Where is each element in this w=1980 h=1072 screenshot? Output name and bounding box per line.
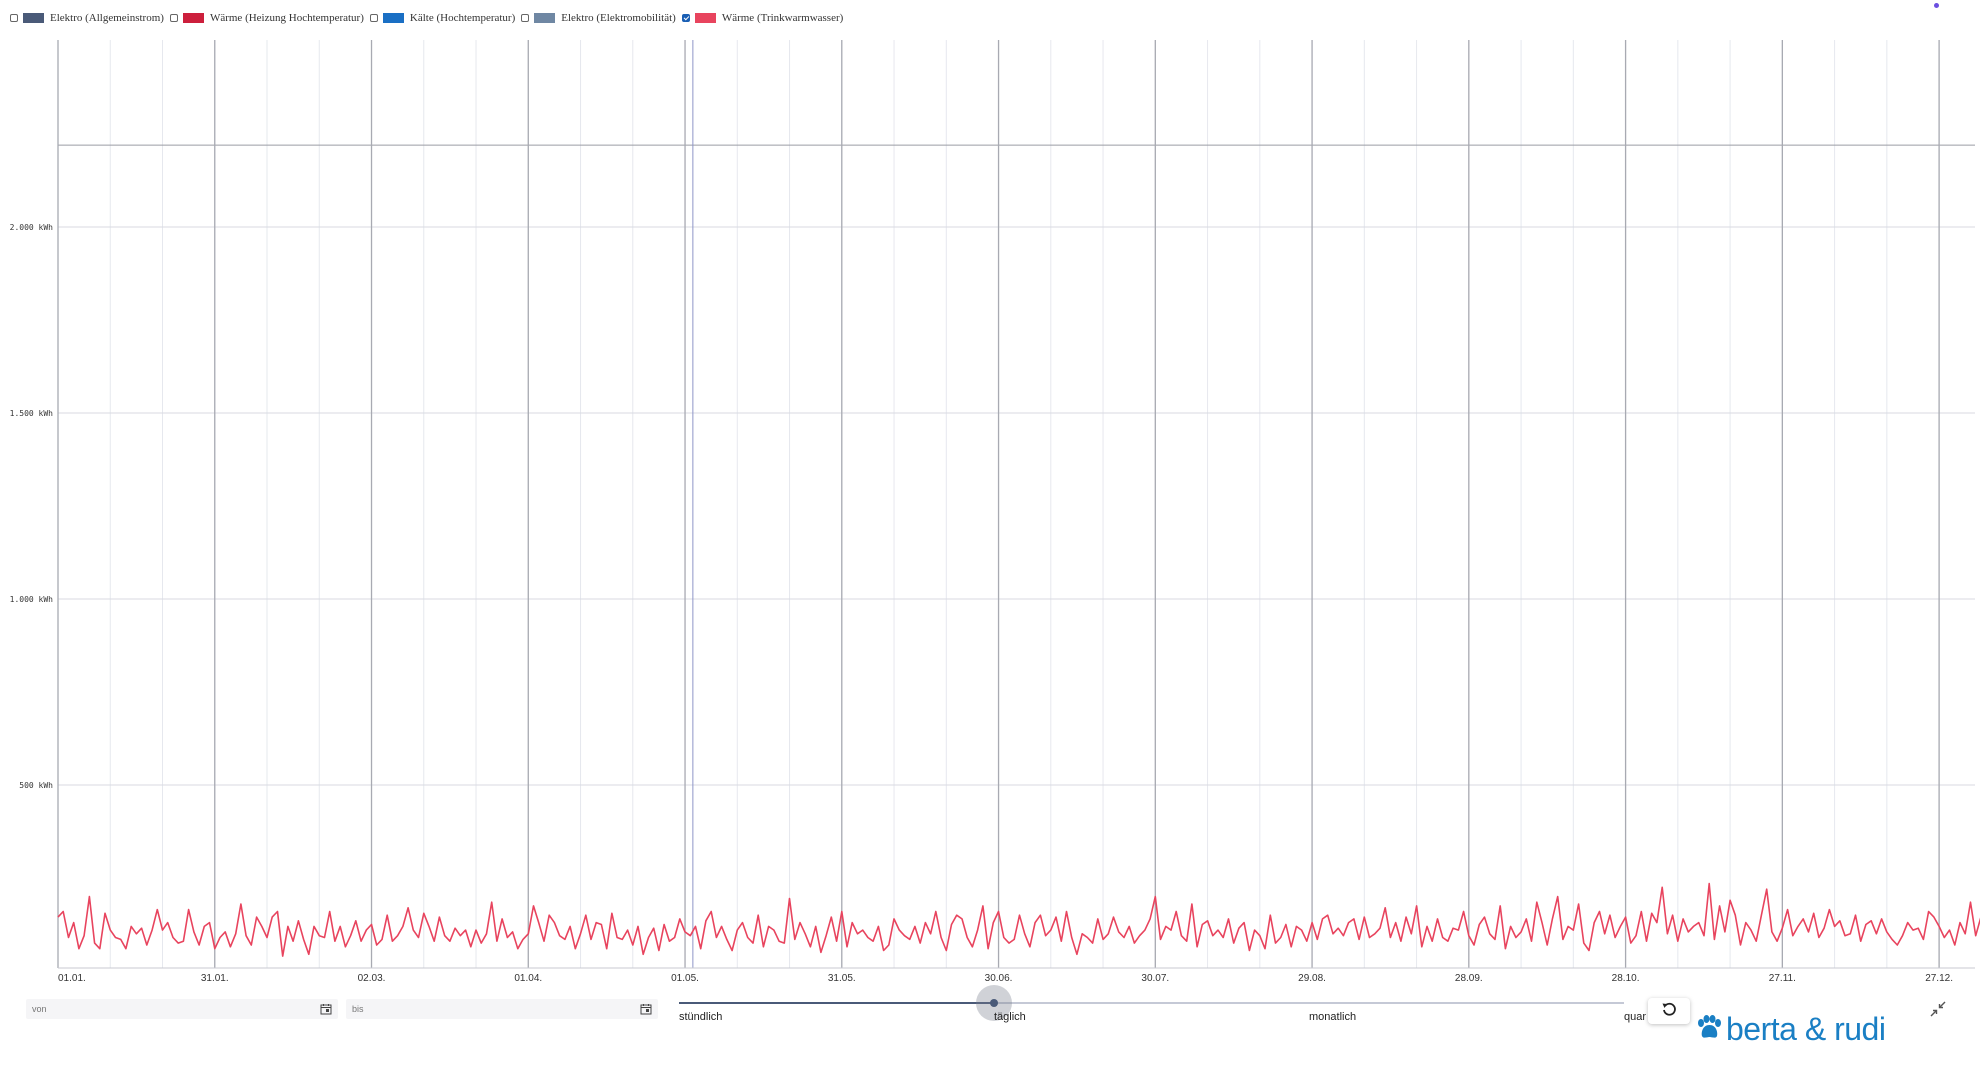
date-from-field[interactable]: [26, 999, 338, 1019]
y-axis: 500 kWh 1.000 kWh 1.500 kWh 2.000 kWh: [10, 223, 54, 790]
x-tick-label: 01.01.: [58, 973, 86, 984]
x-tick-label: 27.11.: [1769, 973, 1796, 984]
x-tick-label: 28.10.: [1612, 973, 1640, 984]
series-group: [57, 882, 1980, 957]
legend-item[interactable]: Wärme (Trinkwarmwasser): [681, 12, 844, 24]
series-line-trinkwarmwasser: [57, 882, 1980, 957]
x-tick-label: 27.12.: [1925, 973, 1953, 984]
energy-consumption-chart[interactable]: 500 kWh 1.000 kWh 1.500 kWh 2.000 kWh 01.01…: [0, 0, 1980, 1072]
legend-label: Kälte (Hochtemperatur): [409, 12, 516, 24]
legend-swatch: [382, 13, 404, 23]
status-dot: [1934, 3, 1939, 8]
legend-swatch: [182, 13, 204, 23]
legend-checkbox[interactable]: [369, 14, 378, 22]
slider-label-hourly[interactable]: stündlich: [679, 1011, 722, 1023]
x-tick-label: 01.04.: [514, 973, 542, 984]
legend-checkbox[interactable]: [169, 14, 178, 22]
date-to-field[interactable]: [346, 999, 658, 1019]
legend-item[interactable]: Wärme (Heizung Hochtemperatur): [169, 12, 364, 24]
logo-text: berta & rudi: [1726, 1010, 1886, 1047]
legend-item[interactable]: Elektro (Allgemeinstrom): [10, 12, 164, 24]
legend-swatch: [694, 13, 716, 23]
slider-label-daily[interactable]: täglich: [994, 1011, 1026, 1023]
legend-item[interactable]: Kälte (Hochtemperatur): [369, 12, 516, 24]
chart-legend: Elektro (Allgemeinstrom) Wärme (Heizung H…: [10, 10, 849, 26]
slider-thumb[interactable]: [990, 999, 998, 1007]
reset-icon: [1661, 1001, 1677, 1022]
y-tick-label: 1.000 kWh: [10, 595, 54, 604]
legend-checkbox[interactable]: [10, 14, 18, 22]
date-from-input[interactable]: [26, 999, 318, 1019]
legend-label: Elektro (Elektromobilität): [561, 12, 676, 24]
slider-label-quarterly[interactable]: quar: [1624, 1011, 1646, 1023]
x-tick-label: 31.01.: [201, 973, 229, 984]
calendar-icon[interactable]: [638, 1002, 654, 1016]
x-tick-label: 30.07.: [1141, 973, 1169, 984]
slider-fill: [679, 1002, 994, 1004]
legend-label: Elektro (Allgemeinstrom): [50, 12, 164, 24]
major-gridlines: [57, 40, 1975, 969]
legend-checkbox[interactable]: [681, 14, 690, 22]
minor-gridlines: [57, 40, 1975, 968]
legend-item[interactable]: Elektro (Elektromobilität): [521, 12, 676, 24]
legend-label: Wärme (Trinkwarmwasser): [721, 12, 844, 24]
x-axis: 01.01. 31.01. 02.03. 01.04. 01.05. 31.05. 30.0…: [58, 973, 1953, 984]
legend-swatch: [23, 13, 44, 23]
date-to-input[interactable]: [346, 999, 638, 1019]
x-tick-label: 30.06.: [985, 973, 1013, 984]
collapse-icon[interactable]: [1929, 1000, 1947, 1018]
x-tick-label: 01.05.: [671, 973, 699, 984]
y-tick-label: 1.500 kWh: [10, 409, 54, 418]
legend-checkbox[interactable]: [521, 14, 530, 22]
legend-swatch: [534, 13, 556, 23]
y-tick-label: 2.000 kWh: [10, 223, 54, 232]
slider-label-monthly[interactable]: monatlich: [1309, 1011, 1356, 1023]
resolution-slider[interactable]: stündlich täglich monatlich quar: [679, 985, 1646, 1028]
calendar-icon[interactable]: [318, 1002, 334, 1016]
legend-label: Wärme (Heizung Hochtemperatur): [209, 12, 364, 24]
x-tick-label: 31.05.: [828, 973, 856, 984]
x-tick-label: 29.08.: [1298, 973, 1326, 984]
brand-logo: berta & rudi: [1696, 1010, 1886, 1047]
x-tick-label: 28.09.: [1455, 973, 1483, 984]
paw-icon: [1696, 1014, 1722, 1045]
y-tick-label: 500 kWh: [19, 781, 53, 790]
x-tick-label: 02.03.: [358, 973, 386, 984]
reset-button[interactable]: [1648, 998, 1690, 1024]
